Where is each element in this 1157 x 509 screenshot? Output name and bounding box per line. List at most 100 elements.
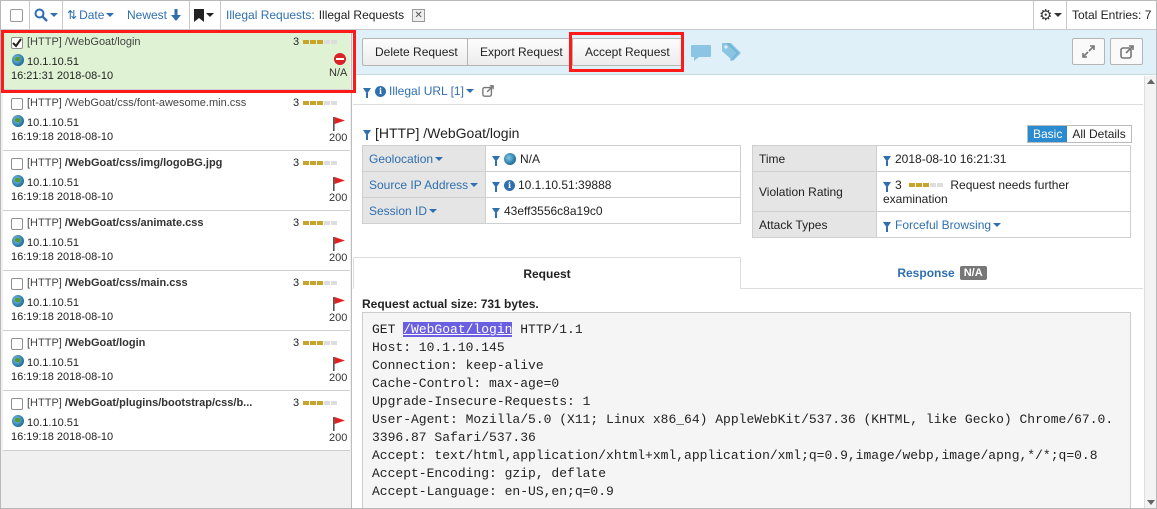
select-all-checkbox[interactable] [10,1,23,29]
scrollbar[interactable] [1144,76,1156,508]
violation-link[interactable]: Illegal URL [1] [389,84,464,98]
list-item[interactable]: [HTTP] /WebGoat/css/img/logoBG.jpg 10.1.1… [3,151,350,211]
settings-dropdown[interactable]: ⚙ [1039,1,1063,29]
globe-icon [12,175,24,187]
request-title: [HTTP] /WebGoat/login [375,125,520,141]
session-id-key[interactable]: Session ID [362,197,486,224]
globe-icon [12,415,24,427]
item-response-code: 200 [329,432,348,444]
item-score: 3 [293,397,300,409]
delete-request-button[interactable]: Delete Request [362,38,471,66]
sort-order-button[interactable]: Newest [127,1,182,29]
item-title: [HTTP] /WebGoat/login [27,337,146,349]
breadcrumb-current: Illegal Requests [318,8,405,22]
geolocation-value: N/A [485,145,741,172]
list-item[interactable]: [HTTP] /WebGoat/plugins/bootstrap/css/b.… [3,391,350,451]
item-checkbox[interactable] [11,158,23,170]
rating-bars [303,401,337,405]
rating-bars [303,281,337,285]
item-response-code: 200 [329,192,348,204]
tags-icon[interactable] [721,41,747,63]
globe-icon [12,235,24,247]
item-checkbox[interactable] [11,98,23,110]
filter-icon[interactable] [363,130,371,140]
item-checkbox[interactable] [11,218,23,230]
view-toggle: Basic All Details [1027,125,1132,143]
top-toolbar: ⇅ Date Newest Illegal Requests: Illegal … [1,1,1156,30]
breadcrumb: Illegal Requests: Illegal Requests ✕ [226,1,426,29]
external-link-icon[interactable] [482,85,494,97]
rating-bars [303,341,337,345]
tab-response[interactable]: Response N/A [741,257,1143,289]
list-item[interactable]: [HTTP] /WebGoat/css/animate.css 10.1.10.5… [3,211,350,271]
accept-button-highlight [569,32,684,72]
sort-field-dropdown[interactable]: ⇅ Date [67,1,115,29]
flag-icon [333,177,345,191]
time-key: Time [752,145,877,172]
rating-value: 3 Request needs further examination [876,171,1131,212]
globe-icon [12,295,24,307]
request-title-row: [HTTP] /WebGoat/login [363,125,519,141]
item-checkbox[interactable] [11,398,23,410]
rating-bars [303,161,337,165]
scroll-down-icon[interactable] [1147,500,1155,505]
item-ip: 10.1.10.51 [27,177,79,189]
flag-icon [333,297,345,311]
request-size: Request actual size: 731 bytes. [362,297,539,311]
breadcrumb-link[interactable]: Illegal Requests: [226,8,315,22]
rating-key: Violation Rating [752,171,877,212]
item-title: [HTTP] /WebGoat/css/font-awesome.min.css [27,97,247,109]
item-title: [HTTP] /WebGoat/plugins/bootstrap/css/b.… [27,397,253,409]
response-badge: N/A [959,265,987,280]
detail-tabs: Request Response N/A [353,257,1143,289]
list-item[interactable]: [HTTP] /WebGoat/login 10.1.10.51 16:19:18 … [3,331,350,391]
attack-types-key: Attack Types [752,211,877,238]
comment-icon[interactable] [690,44,712,62]
flag-icon [333,117,345,131]
rating-bars [303,101,337,105]
item-ip: 10.1.10.51 [27,297,79,309]
expand-button[interactable] [1072,38,1105,65]
filter-icon[interactable] [363,88,371,98]
all-details-button[interactable]: All Details [1067,126,1131,142]
info-icon: i [375,85,386,97]
basic-view-button[interactable]: Basic [1028,126,1068,142]
item-score: 3 [293,157,300,169]
item-ip: 10.1.10.51 [27,117,79,129]
source-ip-value: i 10.1.10.51:39888 [485,171,741,198]
violation-info-table: Time 2018-08-10 16:21:31 Violation Ratin… [752,145,1131,238]
item-checkbox[interactable] [11,338,23,350]
bookmark-dropdown[interactable] [194,1,214,29]
sort-order-label: Newest [127,8,168,22]
open-external-button[interactable] [1110,38,1143,65]
globe-icon [12,355,24,367]
item-time: 16:19:18 2018-08-10 [11,251,114,263]
selected-item-highlight [1,30,356,93]
list-item[interactable]: [HTTP] /WebGoat/css/font-awesome.min.css… [3,91,350,151]
violation-filter-row: i Illegal URL [1] [363,84,494,98]
total-entries: Total Entries: 7 [1072,8,1152,22]
item-score: 3 [293,277,300,289]
scroll-up-icon[interactable] [1147,79,1155,84]
geolocation-key[interactable]: Geolocation [362,145,486,172]
source-ip-key[interactable]: Source IP Address [362,171,486,198]
item-ip: 10.1.10.51 [27,357,79,369]
request-detail: i Illegal URL [1] [HTTP] /WebGoat/login … [353,76,1143,508]
tab-request[interactable]: Request [353,257,741,289]
action-bar: Delete Request Export Request Accept Req… [353,30,1156,75]
flag-icon [333,357,345,371]
list-item[interactable]: [HTTP] /WebGoat/css/main.css 10.1.10.51 16… [3,271,350,331]
search-button[interactable] [34,1,58,29]
app-window: ⇅ Date Newest Illegal Requests: Illegal … [0,0,1157,509]
external-link-icon [1119,44,1134,59]
gear-icon: ⚙ [1039,7,1053,24]
attack-type-link[interactable]: Forceful Browsing [895,218,991,232]
rating-bars [303,221,337,225]
item-time: 16:19:18 2018-08-10 [11,431,114,443]
bookmark-icon [194,8,204,22]
close-filter-icon[interactable]: ✕ [412,8,426,22]
export-request-button[interactable]: Export Request [467,38,576,66]
item-response-code: 200 [329,372,348,384]
rating-bars [909,183,944,188]
item-checkbox[interactable] [11,278,23,290]
